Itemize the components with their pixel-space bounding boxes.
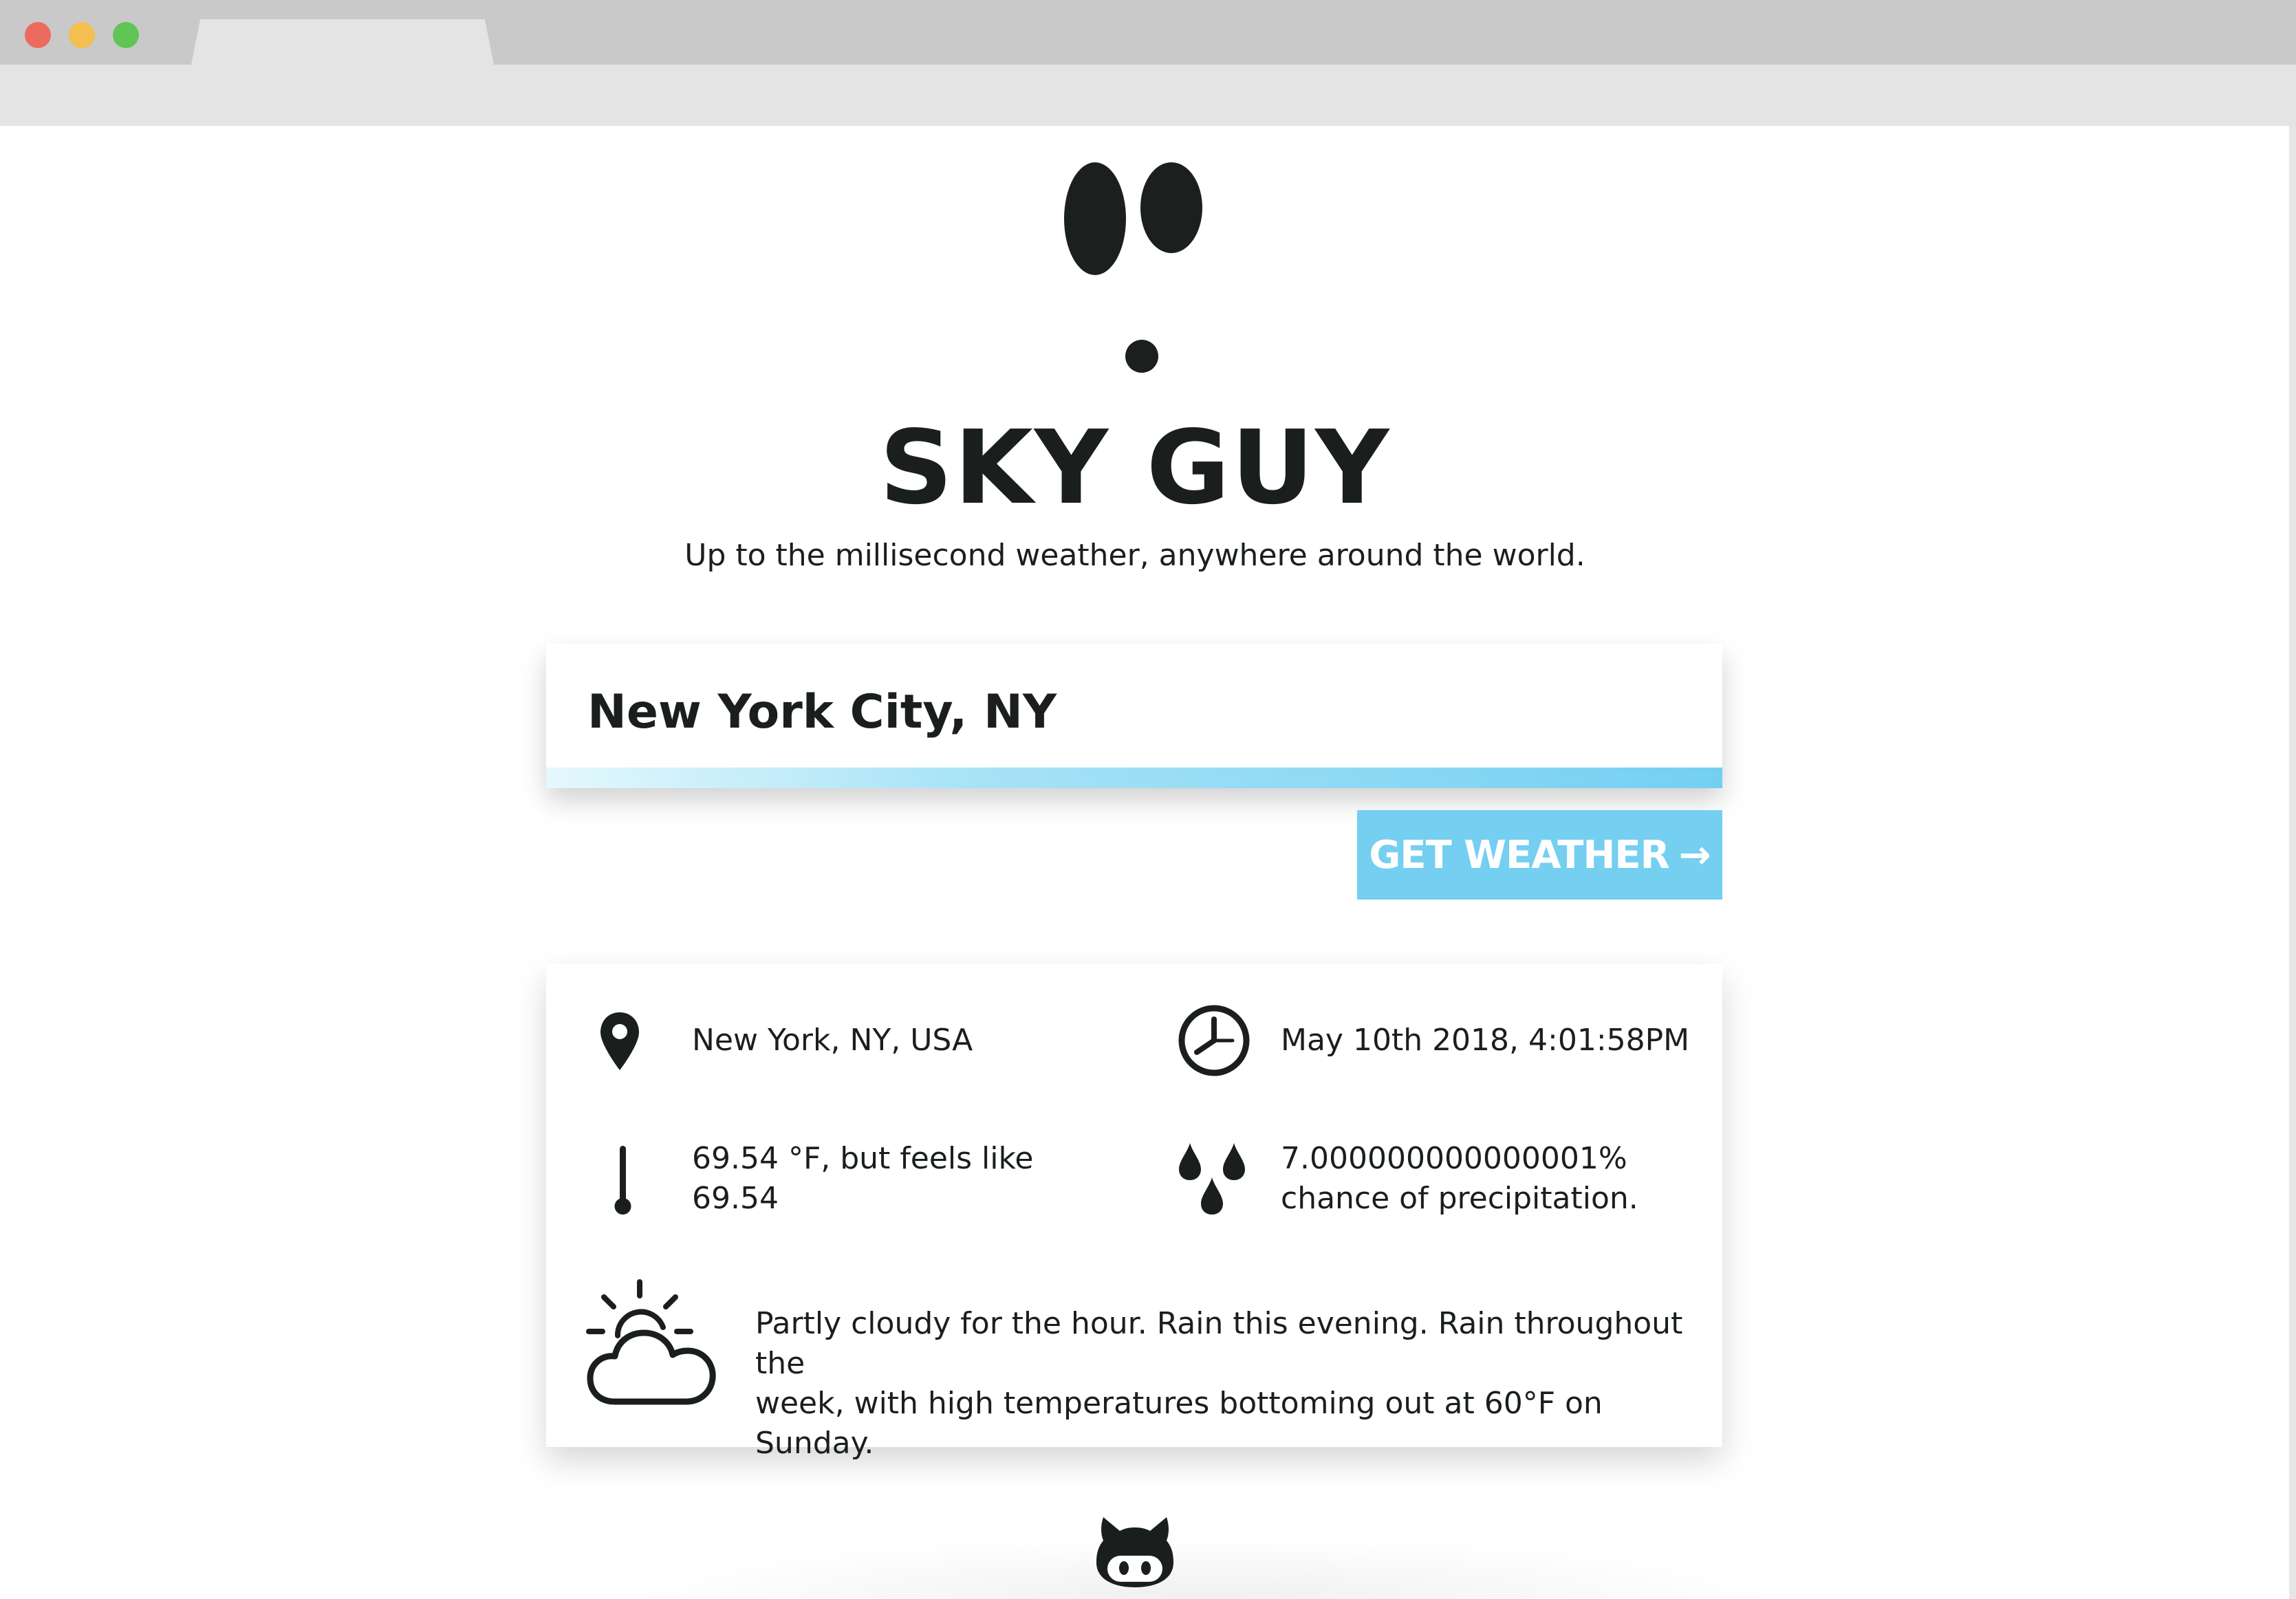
minimize-window-button[interactable] (69, 22, 95, 48)
github-octocat-icon[interactable] (1094, 1513, 1176, 1590)
close-window-button[interactable] (25, 22, 51, 48)
forecast-summary-line-2: week, with high temperatures bottoming o… (755, 1386, 1603, 1461)
forecast-summary-text: Partly cloudy for the hour. Rain this ev… (755, 1304, 1722, 1464)
weather-results-card: New York, NY, USA May 10th 2018, 4:01:58… (546, 964, 1722, 1461)
temperature-line-2: 69.54 (692, 1181, 779, 1216)
datetime-text: May 10th 2018, 4:01:58PM (1281, 1023, 1690, 1058)
arrow-right-icon: → (1678, 832, 1711, 878)
partly-cloudy-icon (585, 1278, 718, 1411)
logo-dot (1125, 340, 1158, 373)
temperature-text: 69.54 °F, but feels like 69.54 (692, 1139, 1033, 1219)
search-card (546, 644, 1722, 788)
temperature-line-1: 69.54 °F, but feels like (692, 1141, 1034, 1176)
location-text: New York, NY, USA (692, 1023, 973, 1058)
logo-eye-right (1140, 162, 1202, 253)
thermometer-icon (612, 1143, 633, 1219)
clock-icon (1178, 1004, 1250, 1080)
footer-shadow (619, 1535, 1788, 1599)
map-pin-icon (598, 1011, 641, 1074)
app-title: SKY GUY (879, 409, 1391, 527)
maximize-window-button[interactable] (113, 22, 139, 48)
precipitation-line-2: chance of precipitation. (1281, 1181, 1638, 1216)
browser-chrome (0, 0, 2296, 126)
get-weather-label: GET WEATHER (1369, 832, 1669, 878)
precipitation-line-1: 7.000000000000001% (1281, 1141, 1627, 1176)
precipitation-text: 7.000000000000001% chance of precipitati… (1281, 1139, 1638, 1219)
location-search-input[interactable] (587, 674, 1674, 750)
app-subtitle: Up to the millisecond weather, anywhere … (684, 538, 1585, 573)
search-accent-bar (546, 768, 1722, 788)
forecast-summary-line-1: Partly cloudy for the hour. Rain this ev… (755, 1306, 1683, 1381)
browser-tab[interactable] (191, 19, 494, 65)
browser-tab-bar (0, 0, 2296, 65)
raindrops-icon (1176, 1142, 1248, 1220)
logo-eye-left (1064, 162, 1126, 275)
get-weather-button[interactable]: GET WEATHER → (1357, 810, 1722, 900)
window-edge (2289, 126, 2296, 1599)
